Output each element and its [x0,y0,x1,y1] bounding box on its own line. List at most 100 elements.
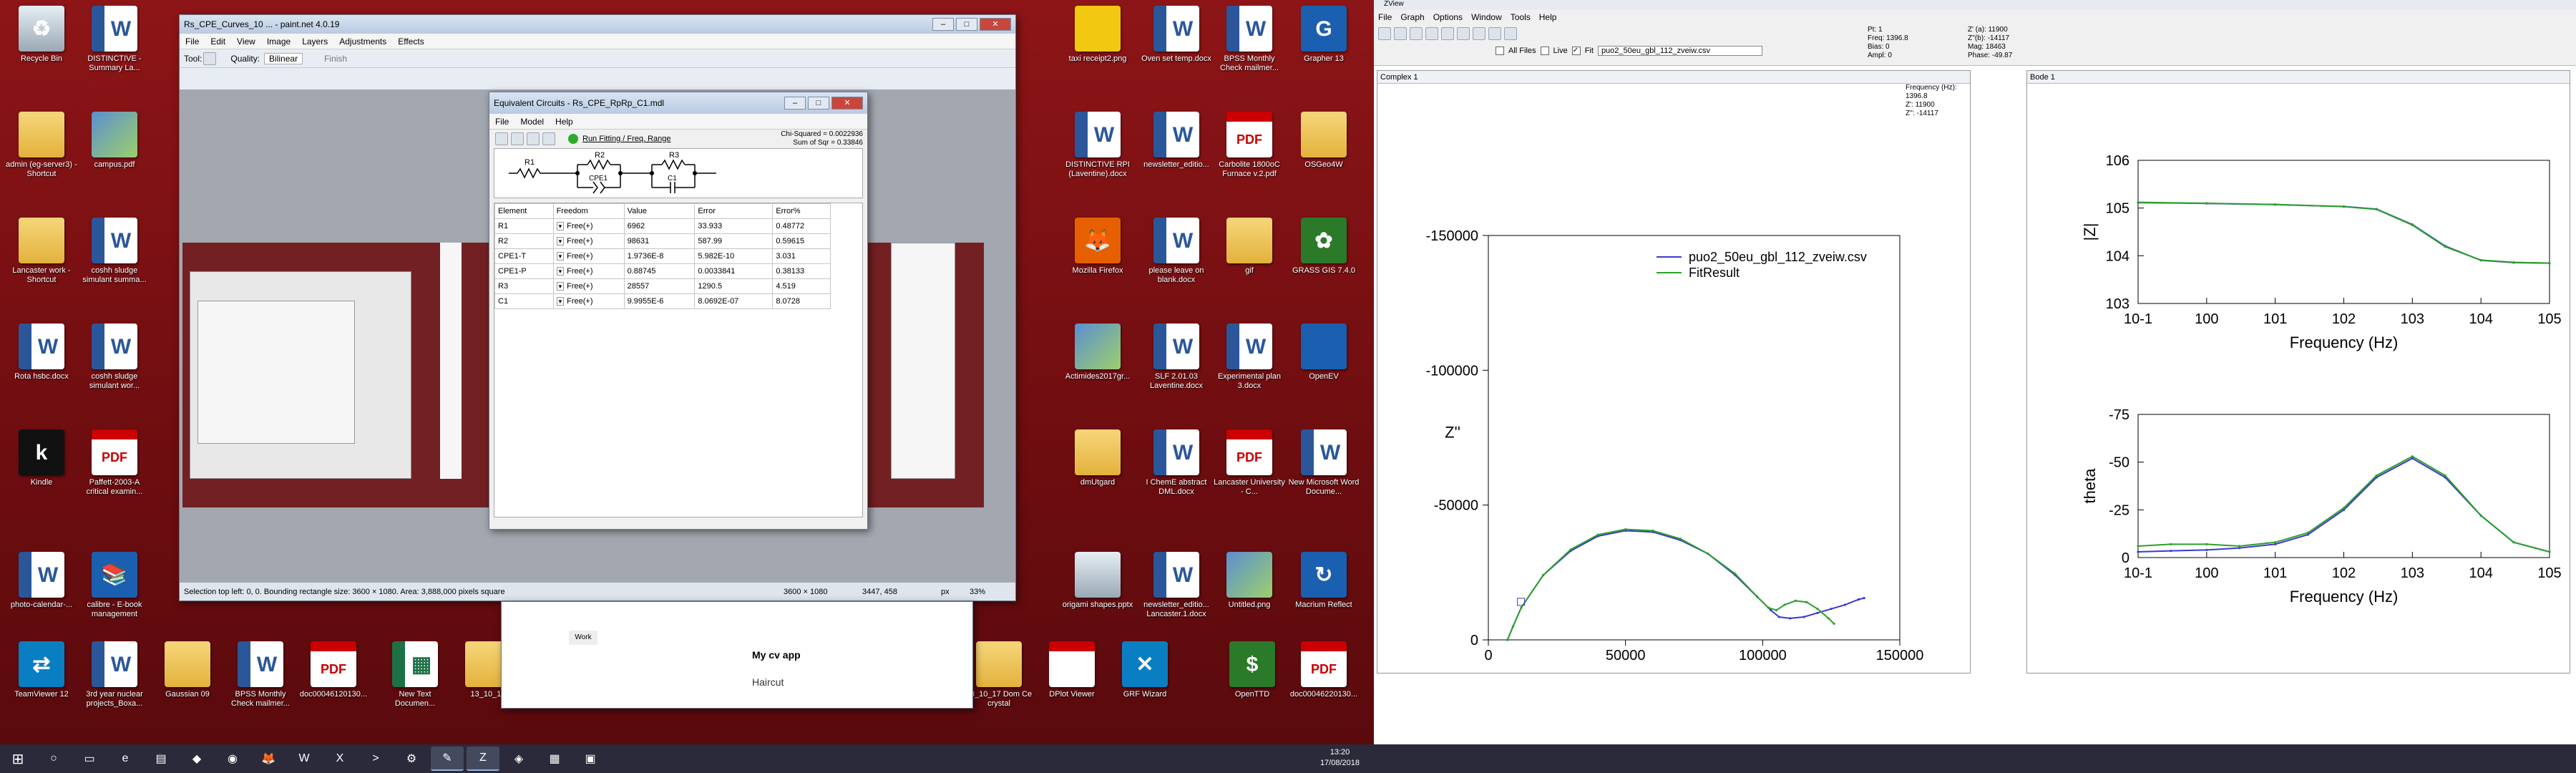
vscode-icon[interactable]: ◈ [502,747,535,771]
zoom-in-icon[interactable] [1425,27,1438,40]
desktop-icon[interactable]: OpenEV [1288,319,1360,414]
zview-menu-graph[interactable]: Graph [1396,12,1428,22]
desktop-icon[interactable]: Gaussian 09 [152,637,223,731]
bode-plot-pane[interactable]: Bode 1 10-1 100 101 102 103 104 105 103 104 105 10… [2026,70,2570,674]
start-button[interactable]: ⊞ [1,747,34,771]
nyquist-chart[interactable]: 0 50000 100000 150000 0 -50000 -100000 -150000 Z… [1377,85,1968,672]
zoom-fit-icon[interactable] [1457,27,1470,40]
desktop-icon[interactable]: ✿ GRASS GIS 7.4.0 [1288,213,1360,308]
desktop-icon[interactable]: Wphoto-calendar-... [6,548,77,642]
table-cell[interactable]: ▾ Free(+) [552,293,625,309]
table-cell[interactable]: 6962 [623,218,696,234]
powershell-icon[interactable]: > [359,747,392,771]
freedom-dropdown-icon[interactable]: ▾ [556,237,565,245]
misc-icon[interactable]: ▣ [574,747,607,771]
desktop-icon[interactable]: taxi receipt2.png [1062,1,1133,96]
table-cell[interactable]: 98631 [623,233,696,249]
ec-titlebar[interactable]: Equivalent Circuits - Rs_CPE_RpRp_C1.mdl… [489,92,867,114]
desktop-icon[interactable]: W Rota hsbc.docx [6,319,77,414]
desktop-icon[interactable]: 📚 calibre - E-book management [79,548,150,642]
desktop-icon[interactable]: W DISTINCTIVE RPI (Laventine).docx [1062,107,1133,202]
run-fitting-icon[interactable] [568,134,578,144]
quality-select[interactable]: Bilinear [264,52,303,64]
desktop-icon[interactable]: W Oven set temp.docx [1141,1,1212,96]
maximize-button[interactable]: □ [956,18,977,31]
zview-icon[interactable]: Z [467,747,499,771]
table-cell[interactable]: 28557 [623,278,696,294]
zview-titlebar[interactable]: ZView [1374,0,2576,10]
paint-menu-adjustments[interactable]: Adjustments [333,37,392,47]
table-cell[interactable]: 9.9955E-6 [623,293,696,309]
desktop-icon[interactable]: W 3rd year nuclear projects_Boxa... [79,637,150,731]
column-header[interactable]: Value [623,203,696,219]
work-tab[interactable]: Work [569,631,597,645]
print-graph-icon[interactable] [1410,27,1423,40]
desktop-icon[interactable]: k Kindle [6,425,77,520]
zview-menu-options[interactable]: Options [1429,12,1467,22]
equivalent-circuits-window[interactable]: Equivalent Circuits - Rs_CPE_RpRp_C1.mdl… [489,92,868,530]
firefox-icon[interactable]: 🦊 [252,747,285,771]
desktop-icon[interactable]: PDF Paffett-2003-A critical examin... [79,425,150,520]
freedom-dropdown-icon[interactable]: ▾ [556,222,565,230]
freedom-dropdown-icon[interactable]: ▾ [556,267,565,276]
edge-icon[interactable]: e [109,747,142,771]
desktop-icon[interactable]: ♻ Recycle Bin [6,1,77,96]
move-tool-icon[interactable] [203,52,217,65]
desktop-icon[interactable]: G Grapher 13 [1288,1,1360,96]
minimize-button[interactable]: – [932,18,954,31]
column-header[interactable]: Freedom [552,203,625,219]
desktop-icon[interactable]: ▦ New Text Documen... [379,637,451,731]
dropbox-icon[interactable]: ◆ [180,747,213,771]
desktop-icon[interactable]: Lancaster work - Shortcut [6,213,77,308]
search-icon[interactable]: ○ [37,747,70,771]
copy-icon[interactable] [542,132,555,145]
desktop-icon[interactable]: PDF Lancaster University - C... [1214,425,1285,520]
zoom-y-icon[interactable] [1488,27,1501,40]
table-cell[interactable]: ▾ Free(+) [552,278,625,294]
calculator-icon[interactable]: ▦ [538,747,571,771]
desktop-icon[interactable]: W SLF 2.01.03 Laventine.docx [1141,319,1212,414]
ec-minimize-button[interactable]: – [784,97,806,110]
zview-menu-window[interactable]: Window [1467,12,1506,22]
ec-maximize-button[interactable]: □ [808,97,829,110]
zview-window[interactable]: ZView File Graph Options Window Tools Help Al… [1374,0,2576,744]
desktop-icon[interactable]: origami shapes.pptx [1062,548,1133,642]
table-row[interactable]: CPE1-T ▾ Free(+) 1.9736E-8 5.982E-10 3.031 [494,248,831,264]
table-cell[interactable]: ▾ Free(+) [552,233,625,249]
desktop-icon[interactable]: Wplease leave on blank.docx [1141,213,1212,308]
table-row[interactable]: CPE1-P ▾ Free(+) 0.88745 0.0033841 0.38133 [494,263,831,279]
file-select[interactable]: puo2_50eu_gbl_112_zveiw.csv [1597,46,1762,56]
desktop-icon[interactable]: W New Microsoft Word Docume... [1288,425,1360,520]
desktop-icon[interactable]: Wnewsletter_editio... [1141,107,1212,202]
paint-menu-layers[interactable]: Layers [296,37,333,47]
haircut-item[interactable]: Haircut [752,676,784,688]
paint-menu-effects[interactable]: Effects [392,37,429,47]
print-icon[interactable] [527,132,540,145]
table-cell[interactable]: ▾ Free(+) [552,218,625,234]
table-row[interactable]: R1 ▾ Free(+) 6962 33.933 0.48772 [494,218,831,234]
settings-icon[interactable]: ⚙ [395,747,428,771]
units-select[interactable]: px [941,588,970,596]
notes-popup[interactable]: Work My cv app Haircut [501,601,973,709]
all-files-checkbox[interactable] [1496,47,1504,55]
desktop-icon[interactable]: campus.pdf [79,107,150,202]
zoom-level[interactable]: 33% [970,588,1013,596]
my-cv-app[interactable]: My cv app [752,649,801,661]
table-row[interactable]: C1 ▾ Free(+) 9.9955E-6 8.0692E-07 8.0728 [494,293,831,309]
desktop-icon[interactable]: W BPSS Monthly Check mailmer... [225,637,296,731]
table-cell[interactable]: 1.9736E-8 [623,248,696,264]
desktop-icon[interactable]: PDF Carbolite 1800oC Furnace v.2.pdf [1214,107,1285,202]
freedom-dropdown-icon[interactable]: ▾ [556,282,565,291]
paint-menu-edit[interactable]: Edit [205,37,231,47]
excel-icon[interactable]: X [323,747,356,771]
desktop-icon[interactable]: Untitled.png [1214,548,1285,642]
save-file-icon[interactable] [1394,27,1407,40]
desktop-icon[interactable]: ↻ Macrium Reflect [1288,548,1360,642]
circuit-diagram[interactable]: R1 R2 CPE1 R3 C1 [494,148,863,198]
desktop-icon[interactable]: PDF doc00046220130... [1288,637,1360,731]
desktop-icon[interactable]: OSGeo4W [1288,107,1360,202]
zview-menu-help[interactable]: Help [1535,12,1561,22]
explorer-icon[interactable]: ▤ [145,747,177,771]
paintnet-titlebar[interactable]: Rs_CPE_Curves_10 ... - paint.net 4.0.19 … [180,15,1015,34]
column-header[interactable]: Element [494,203,554,219]
